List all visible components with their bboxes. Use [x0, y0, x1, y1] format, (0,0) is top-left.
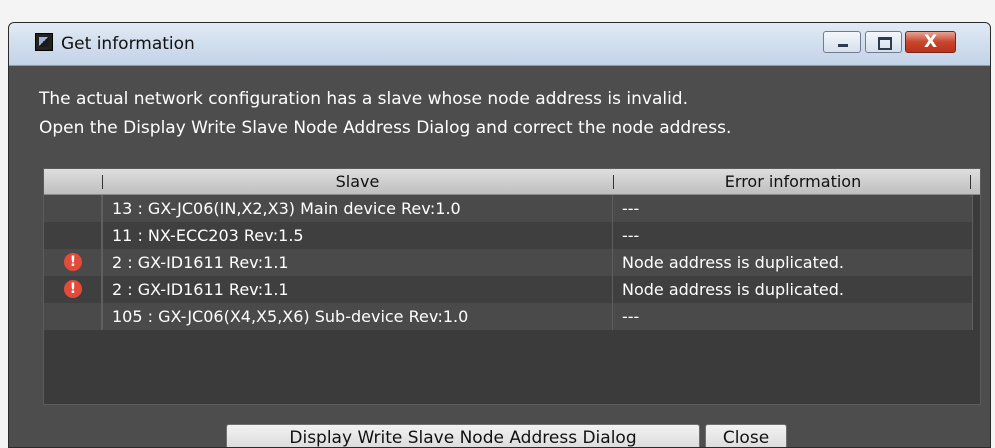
table-scroll-area — [974, 195, 980, 404]
error-cell: --- — [613, 195, 973, 222]
message-line-2: Open the Display Write Slave Node Addres… — [39, 118, 732, 138]
maximize-button[interactable] — [865, 31, 902, 53]
close-icon: X — [923, 32, 938, 52]
table-row[interactable]: ! 2 : GX-ID1611 Rev:1.1 Node address is … — [44, 249, 973, 276]
error-cell: --- — [613, 303, 973, 330]
status-cell: ! — [44, 249, 102, 276]
error-cell: Node address is duplicated. — [613, 276, 973, 303]
slave-error-table: Slave Error information 13 : GX-JC06(IN,… — [43, 168, 981, 405]
status-cell: ! — [44, 276, 102, 303]
get-information-dialog: Get information X The actual network con… — [8, 22, 991, 448]
status-cell — [44, 303, 102, 330]
table-row[interactable]: 105 : GX-JC06(X4,X5,X6) Sub-device Rev:1… — [44, 303, 973, 330]
slave-cell: 105 : GX-JC06(X4,X5,X6) Sub-device Rev:1… — [102, 303, 613, 330]
slave-cell: 2 : GX-ID1611 Rev:1.1 — [102, 249, 613, 276]
slave-cell: 2 : GX-ID1611 Rev:1.1 — [102, 276, 613, 303]
table-row[interactable]: ! 2 : GX-ID1611 Rev:1.1 Node address is … — [44, 276, 973, 303]
table-header: Slave Error information — [44, 169, 980, 195]
slave-cell: 13 : GX-JC06(IN,X2,X3) Main device Rev:1… — [102, 195, 613, 222]
display-write-slave-node-address-dialog-button[interactable]: Display Write Slave Node Address Dialog — [226, 424, 700, 447]
table-row[interactable]: 11 : NX-ECC203 Rev:1.5 --- — [44, 222, 973, 249]
close-button[interactable]: Close — [705, 424, 787, 447]
slave-cell: 11 : NX-ECC203 Rev:1.5 — [102, 222, 613, 249]
info-message: The actual network configuration has a s… — [39, 85, 979, 143]
title-bar[interactable]: Get information X — [9, 23, 990, 66]
column-header-error[interactable]: Error information — [613, 169, 973, 194]
error-cell: --- — [613, 222, 973, 249]
window-close-button[interactable]: X — [905, 31, 956, 53]
maximize-icon — [878, 37, 892, 50]
error-icon: ! — [64, 253, 82, 271]
column-divider[interactable] — [970, 175, 971, 189]
minimize-button[interactable] — [823, 31, 861, 53]
error-icon: ! — [64, 280, 82, 298]
app-icon — [35, 33, 53, 51]
error-cell: Node address is duplicated. — [613, 249, 973, 276]
minimize-icon — [838, 44, 848, 47]
status-cell — [44, 222, 102, 249]
message-line-1: The actual network configuration has a s… — [39, 89, 688, 109]
status-cell — [44, 195, 102, 222]
table-row[interactable]: 13 : GX-JC06(IN,X2,X3) Main device Rev:1… — [44, 195, 973, 222]
window-title: Get information — [61, 34, 195, 54]
column-header-slave[interactable]: Slave — [102, 169, 613, 194]
